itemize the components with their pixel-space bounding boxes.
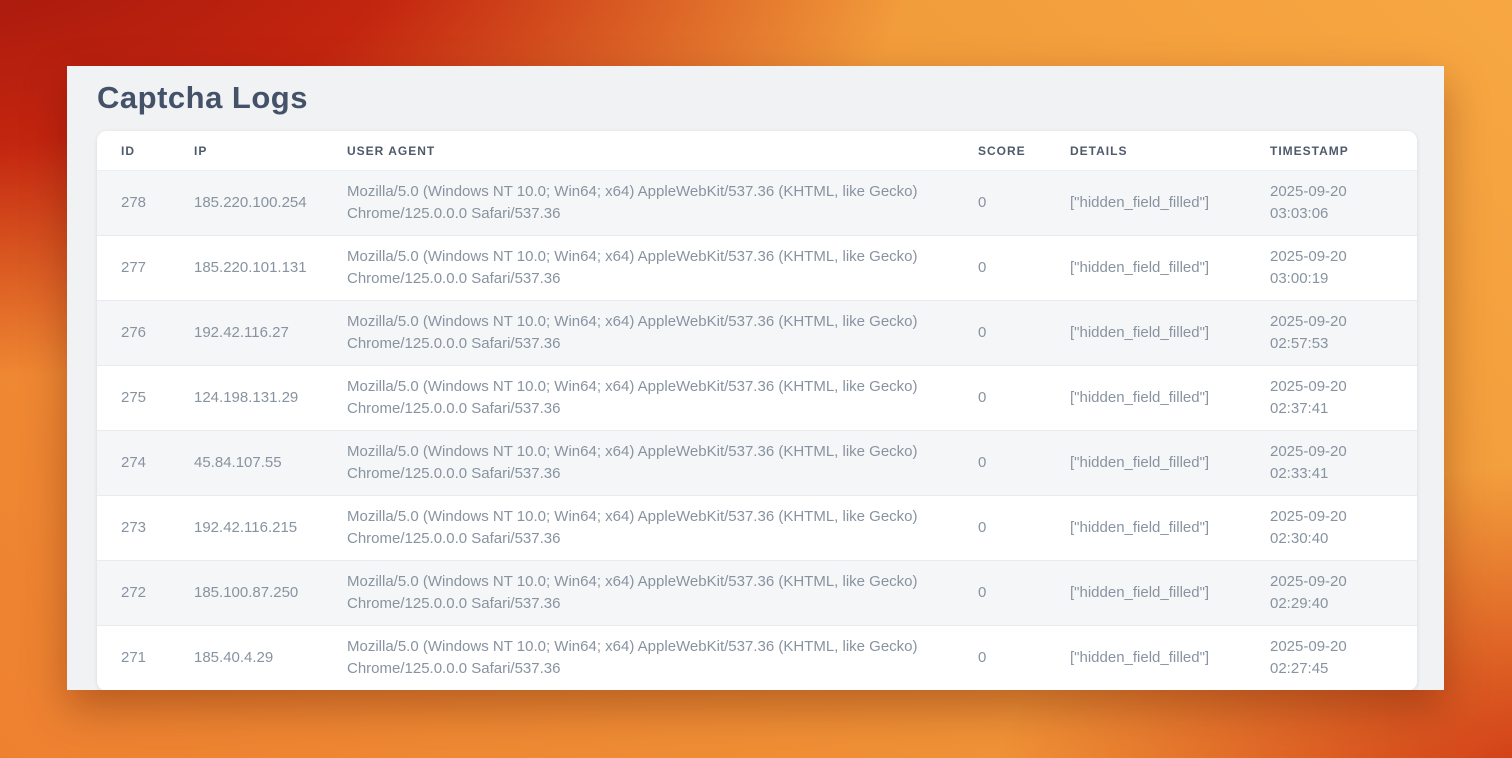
cell-score: 0 bbox=[954, 236, 1046, 301]
column-header-timestamp: TIMESTAMP bbox=[1246, 131, 1417, 171]
cell-user-agent: Mozilla/5.0 (Windows NT 10.0; Win64; x64… bbox=[323, 301, 954, 366]
logs-table-container: ID IP USER AGENT SCORE DETAILS TIMESTAMP… bbox=[97, 131, 1417, 690]
cell-score: 0 bbox=[954, 626, 1046, 691]
cell-ip: 124.198.131.29 bbox=[170, 366, 323, 431]
column-header-ip: IP bbox=[170, 131, 323, 171]
cell-timestamp: 2025-09-20 02:27:45 bbox=[1246, 626, 1417, 691]
cell-timestamp: 2025-09-20 02:29:40 bbox=[1246, 561, 1417, 626]
column-header-details: DETAILS bbox=[1046, 131, 1246, 171]
cell-ip: 185.40.4.29 bbox=[170, 626, 323, 691]
cell-details: ["hidden_field_filled"] bbox=[1046, 431, 1246, 496]
cell-score: 0 bbox=[954, 171, 1046, 236]
cell-ip: 45.84.107.55 bbox=[170, 431, 323, 496]
table-header-row: ID IP USER AGENT SCORE DETAILS TIMESTAMP bbox=[97, 131, 1417, 171]
page-title: Captcha Logs bbox=[67, 66, 1444, 131]
logs-table: ID IP USER AGENT SCORE DETAILS TIMESTAMP… bbox=[97, 131, 1417, 690]
table-row: 278 185.220.100.254 Mozilla/5.0 (Windows… bbox=[97, 171, 1417, 236]
cell-id: 273 bbox=[97, 496, 170, 561]
page-background: { "page": { "title": "Captcha Logs" }, "… bbox=[0, 0, 1512, 758]
cell-details: ["hidden_field_filled"] bbox=[1046, 496, 1246, 561]
cell-id: 275 bbox=[97, 366, 170, 431]
table-row: 274 45.84.107.55 Mozilla/5.0 (Windows NT… bbox=[97, 431, 1417, 496]
column-header-score: SCORE bbox=[954, 131, 1046, 171]
column-header-user-agent: USER AGENT bbox=[323, 131, 954, 171]
cell-details: ["hidden_field_filled"] bbox=[1046, 626, 1246, 691]
cell-user-agent: Mozilla/5.0 (Windows NT 10.0; Win64; x64… bbox=[323, 236, 954, 301]
cell-timestamp: 2025-09-20 02:30:40 bbox=[1246, 496, 1417, 561]
cell-id: 276 bbox=[97, 301, 170, 366]
cell-timestamp: 2025-09-20 03:03:06 bbox=[1246, 171, 1417, 236]
table-row: 276 192.42.116.27 Mozilla/5.0 (Windows N… bbox=[97, 301, 1417, 366]
cell-ip: 192.42.116.215 bbox=[170, 496, 323, 561]
cell-ip: 185.100.87.250 bbox=[170, 561, 323, 626]
table-row: 275 124.198.131.29 Mozilla/5.0 (Windows … bbox=[97, 366, 1417, 431]
cell-id: 274 bbox=[97, 431, 170, 496]
cell-id: 277 bbox=[97, 236, 170, 301]
cell-score: 0 bbox=[954, 431, 1046, 496]
cell-user-agent: Mozilla/5.0 (Windows NT 10.0; Win64; x64… bbox=[323, 366, 954, 431]
cell-user-agent: Mozilla/5.0 (Windows NT 10.0; Win64; x64… bbox=[323, 561, 954, 626]
cell-details: ["hidden_field_filled"] bbox=[1046, 366, 1246, 431]
cell-details: ["hidden_field_filled"] bbox=[1046, 301, 1246, 366]
cell-user-agent: Mozilla/5.0 (Windows NT 10.0; Win64; x64… bbox=[323, 171, 954, 236]
cell-timestamp: 2025-09-20 02:37:41 bbox=[1246, 366, 1417, 431]
table-row: 272 185.100.87.250 Mozilla/5.0 (Windows … bbox=[97, 561, 1417, 626]
cell-details: ["hidden_field_filled"] bbox=[1046, 236, 1246, 301]
cell-ip: 192.42.116.27 bbox=[170, 301, 323, 366]
table-row: 271 185.40.4.29 Mozilla/5.0 (Windows NT … bbox=[97, 626, 1417, 691]
table-row: 277 185.220.101.131 Mozilla/5.0 (Windows… bbox=[97, 236, 1417, 301]
cell-timestamp: 2025-09-20 03:00:19 bbox=[1246, 236, 1417, 301]
cell-user-agent: Mozilla/5.0 (Windows NT 10.0; Win64; x64… bbox=[323, 496, 954, 561]
cell-user-agent: Mozilla/5.0 (Windows NT 10.0; Win64; x64… bbox=[323, 626, 954, 691]
table-body: 278 185.220.100.254 Mozilla/5.0 (Windows… bbox=[97, 171, 1417, 691]
cell-ip: 185.220.101.131 bbox=[170, 236, 323, 301]
cell-score: 0 bbox=[954, 496, 1046, 561]
column-header-id: ID bbox=[97, 131, 170, 171]
cell-score: 0 bbox=[954, 366, 1046, 431]
cell-score: 0 bbox=[954, 301, 1046, 366]
cell-score: 0 bbox=[954, 561, 1046, 626]
cell-timestamp: 2025-09-20 02:57:53 bbox=[1246, 301, 1417, 366]
cell-user-agent: Mozilla/5.0 (Windows NT 10.0; Win64; x64… bbox=[323, 431, 954, 496]
captcha-logs-card: Captcha Logs ID IP USER AGENT SCORE DETA… bbox=[67, 66, 1444, 690]
cell-timestamp: 2025-09-20 02:33:41 bbox=[1246, 431, 1417, 496]
cell-details: ["hidden_field_filled"] bbox=[1046, 171, 1246, 236]
cell-id: 278 bbox=[97, 171, 170, 236]
table-row: 273 192.42.116.215 Mozilla/5.0 (Windows … bbox=[97, 496, 1417, 561]
cell-id: 272 bbox=[97, 561, 170, 626]
cell-id: 271 bbox=[97, 626, 170, 691]
cell-ip: 185.220.100.254 bbox=[170, 171, 323, 236]
cell-details: ["hidden_field_filled"] bbox=[1046, 561, 1246, 626]
